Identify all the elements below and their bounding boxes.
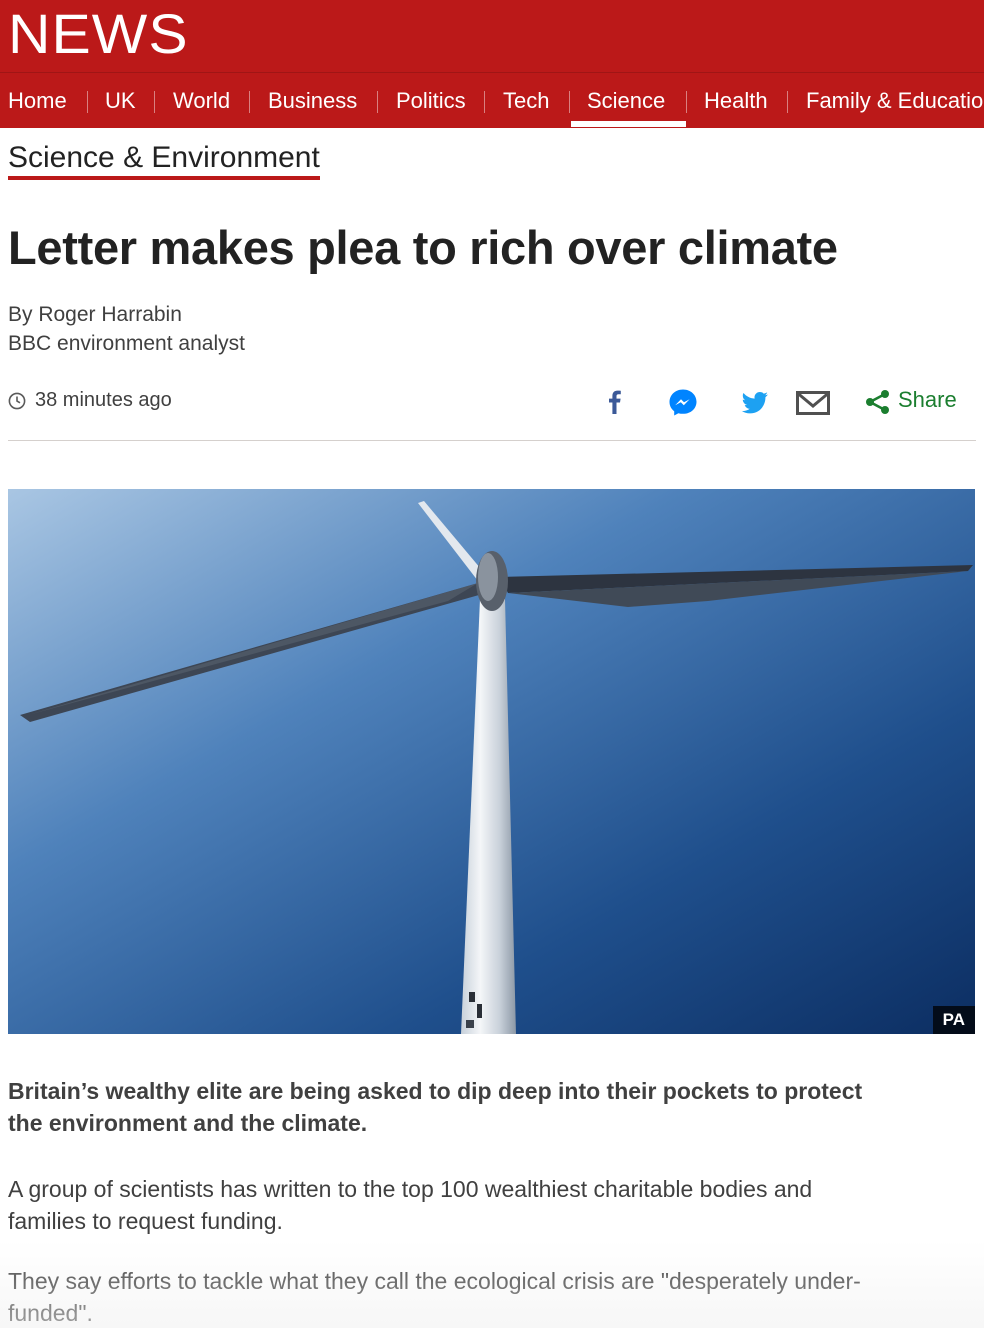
- email-icon[interactable]: [795, 387, 831, 417]
- nav-item-tech[interactable]: Tech: [503, 73, 549, 128]
- share-icon: [866, 390, 889, 414]
- masthead: NEWS: [0, 0, 984, 72]
- nav-separator: [249, 91, 250, 113]
- twitter-icon[interactable]: [739, 387, 771, 417]
- clock-icon: [8, 392, 26, 410]
- section-underline: [8, 176, 320, 180]
- image-credit: PA: [932, 1006, 975, 1034]
- byline: By Roger Harrabin BBC environment analys…: [8, 300, 245, 358]
- facebook-icon[interactable]: [602, 387, 628, 417]
- nav-item-family-education[interactable]: Family & Education: [806, 73, 984, 128]
- nav-item-health[interactable]: Health: [704, 73, 768, 128]
- article-intro: Britain’s wealthy elite are being asked …: [8, 1078, 863, 1136]
- nav-separator: [569, 91, 570, 113]
- nav-separator: [87, 91, 88, 113]
- byline-role: BBC environment analyst: [8, 332, 245, 355]
- wind-turbine-image: [8, 489, 975, 1034]
- nav-item-uk[interactable]: UK: [105, 73, 136, 128]
- messenger-icon[interactable]: [667, 387, 699, 417]
- article-hero-image: PA: [8, 489, 975, 1034]
- divider: [8, 440, 976, 441]
- nav-separator: [484, 91, 485, 113]
- article-paragraph: They say efforts to tackle what they cal…: [8, 1268, 861, 1326]
- nav-separator: [377, 91, 378, 113]
- article-headline: Letter makes plea to rich over climate: [8, 221, 838, 274]
- article-meta: 38 minutes ago Share: [8, 387, 976, 417]
- nav-item-science[interactable]: Science: [587, 73, 665, 128]
- nav-item-business[interactable]: Business: [268, 73, 357, 128]
- section-title[interactable]: Science & Environment: [8, 140, 320, 176]
- nav-item-home[interactable]: Home: [8, 73, 67, 128]
- nav-item-politics[interactable]: Politics: [396, 73, 466, 128]
- article-timestamp: 38 minutes ago: [35, 389, 172, 411]
- nav-separator: [686, 91, 687, 113]
- byline-author: By Roger Harrabin: [8, 303, 182, 326]
- article-paragraph: A group of scientists has written to the…: [8, 1176, 813, 1234]
- nav-separator: [154, 91, 155, 113]
- nav-separator: [787, 91, 788, 113]
- nav-active-indicator: [571, 121, 686, 127]
- nav-item-world[interactable]: World: [173, 73, 230, 128]
- share-label: Share: [898, 387, 957, 412]
- main-nav: Home UK World Business Politics Tech Sci…: [0, 72, 984, 128]
- bbc-news-logo[interactable]: NEWS: [8, 4, 189, 64]
